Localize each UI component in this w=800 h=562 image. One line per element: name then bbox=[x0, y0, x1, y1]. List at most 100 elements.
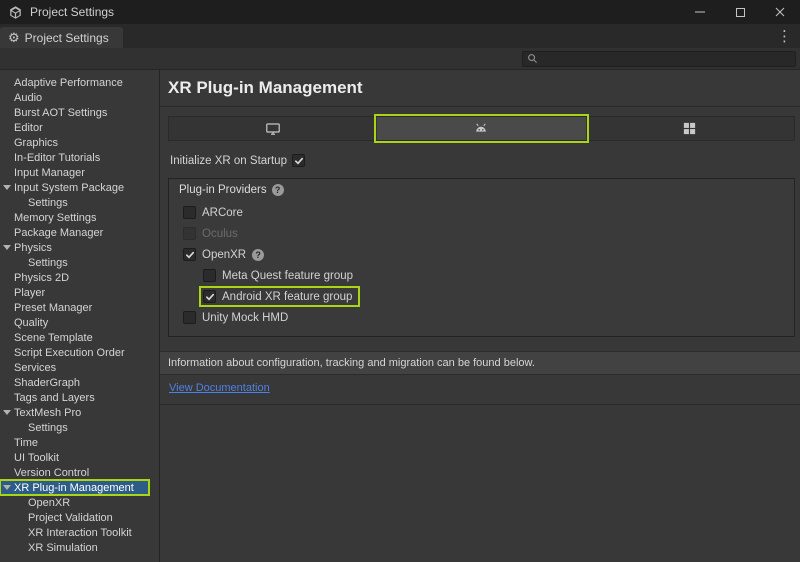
sidebar-item-tags-and-layers[interactable]: Tags and Layers bbox=[0, 390, 159, 405]
minimize-button[interactable] bbox=[680, 0, 720, 24]
openxr-checkbox[interactable] bbox=[183, 248, 196, 261]
sidebar-item-label: Adaptive Performance bbox=[14, 77, 123, 89]
android-xr-feature-group-checkbox[interactable] bbox=[203, 290, 216, 303]
platform-tab-desktop[interactable] bbox=[169, 117, 377, 140]
maximize-button[interactable] bbox=[720, 0, 760, 24]
plugin-providers-title: Plug-in Providers bbox=[179, 184, 267, 196]
initialize-xr-row: Initialize XR on Startup bbox=[170, 154, 795, 167]
sidebar-item-label: Script Execution Order bbox=[14, 347, 125, 359]
provider-row: ARCore bbox=[169, 202, 794, 223]
main-panel: XR Plug-in Management Initialize XR on S… bbox=[160, 70, 800, 562]
provider-label: Oculus bbox=[202, 228, 238, 240]
plugin-providers-header: Plug-in Providers ? bbox=[169, 179, 794, 202]
sidebar-item-physics[interactable]: Physics bbox=[0, 240, 159, 255]
provider-row: Meta Quest feature group bbox=[169, 265, 794, 286]
sidebar-item-scene-template[interactable]: Scene Template bbox=[0, 330, 159, 345]
sidebar-list: Adaptive PerformanceAudioBurst AOT Setti… bbox=[0, 75, 159, 555]
sidebar-item-settings[interactable]: Settings bbox=[0, 420, 159, 435]
sidebar-item-label: Physics bbox=[14, 242, 52, 254]
sidebar-item-shadergraph[interactable]: ShaderGraph bbox=[0, 375, 159, 390]
provider-label: ARCore bbox=[202, 207, 243, 219]
provider-label: Unity Mock HMD bbox=[202, 312, 288, 324]
sidebar-item-project-validation[interactable]: Project Validation bbox=[0, 510, 159, 525]
provider-row: OpenXR? bbox=[169, 244, 794, 265]
sidebar-item-audio[interactable]: Audio bbox=[0, 90, 159, 105]
sidebar-item-ui-toolkit[interactable]: UI Toolkit bbox=[0, 450, 159, 465]
sidebar-item-xr-plug-in-management[interactable]: XR Plug-in Management bbox=[0, 480, 149, 495]
sidebar-item-script-execution-order[interactable]: Script Execution Order bbox=[0, 345, 159, 360]
sidebar-item-time[interactable]: Time bbox=[0, 435, 159, 450]
meta-quest-feature-group-checkbox[interactable] bbox=[203, 269, 216, 282]
project-settings-window: Project Settings ⚙ Project Settings ⋮ bbox=[0, 0, 800, 562]
sidebar-item-in-editor-tutorials[interactable]: In-Editor Tutorials bbox=[0, 150, 159, 165]
search-input[interactable] bbox=[542, 52, 791, 65]
sidebar-item-player[interactable]: Player bbox=[0, 285, 159, 300]
sidebar-item-label: Time bbox=[14, 437, 38, 449]
sidebar-item-services[interactable]: Services bbox=[0, 360, 159, 375]
help-icon[interactable]: ? bbox=[252, 249, 264, 261]
sidebar-item-settings[interactable]: Settings bbox=[0, 195, 159, 210]
foldout-expanded-icon[interactable] bbox=[3, 185, 11, 190]
foldout-expanded-icon[interactable] bbox=[3, 245, 11, 250]
sidebar-item-label: Settings bbox=[28, 422, 68, 434]
search-icon bbox=[527, 53, 538, 64]
sidebar-item-package-manager[interactable]: Package Manager bbox=[0, 225, 159, 240]
sidebar-item-label: XR Plug-in Management bbox=[14, 482, 134, 494]
sidebar-item-version-control[interactable]: Version Control bbox=[0, 465, 159, 480]
provider-arcore: ARCore bbox=[181, 204, 249, 221]
sidebar-item-label: Graphics bbox=[14, 137, 58, 149]
sidebar-item-label: Tags and Layers bbox=[14, 392, 95, 404]
sidebar-item-editor[interactable]: Editor bbox=[0, 120, 159, 135]
sidebar-item-settings[interactable]: Settings bbox=[0, 255, 159, 270]
tab-project-settings[interactable]: ⚙ Project Settings bbox=[0, 27, 123, 48]
search-box[interactable] bbox=[522, 51, 796, 67]
provider-android-xr-feature-group: Android XR feature group bbox=[201, 288, 358, 305]
foldout-expanded-icon[interactable] bbox=[3, 410, 11, 415]
foldout-expanded-icon[interactable] bbox=[3, 485, 11, 490]
initialize-xr-checkbox[interactable] bbox=[292, 154, 305, 167]
sidebar-item-xr-interaction-toolkit[interactable]: XR Interaction Toolkit bbox=[0, 525, 159, 540]
gear-icon: ⚙ bbox=[8, 30, 20, 46]
unity-mock-hmd-checkbox[interactable] bbox=[183, 311, 196, 324]
sidebar-item-physics-2d[interactable]: Physics 2D bbox=[0, 270, 159, 285]
initialize-xr-label: Initialize XR on Startup bbox=[170, 155, 292, 167]
platform-tabs bbox=[168, 116, 795, 141]
provider-meta-quest-feature-group: Meta Quest feature group bbox=[201, 267, 359, 284]
sidebar-item-label: Version Control bbox=[14, 467, 89, 479]
sidebar-item-input-manager[interactable]: Input Manager bbox=[0, 165, 159, 180]
sidebar-item-label: Memory Settings bbox=[14, 212, 97, 224]
editor-tabstrip: ⚙ Project Settings ⋮ bbox=[0, 24, 800, 48]
tab-label: Project Settings bbox=[25, 31, 109, 45]
sidebar-item-adaptive-performance[interactable]: Adaptive Performance bbox=[0, 75, 159, 90]
platform-tab-windows[interactable] bbox=[586, 117, 794, 140]
sidebar-item-label: Editor bbox=[14, 122, 43, 134]
info-text: Information about configuration, trackin… bbox=[168, 357, 535, 369]
sidebar-item-textmesh-pro[interactable]: TextMesh Pro bbox=[0, 405, 159, 420]
sidebar-item-preset-manager[interactable]: Preset Manager bbox=[0, 300, 159, 315]
arcore-checkbox[interactable] bbox=[183, 206, 196, 219]
sidebar-item-xr-simulation[interactable]: XR Simulation bbox=[0, 540, 159, 555]
sidebar-item-label: Scene Template bbox=[14, 332, 93, 344]
sidebar-item-openxr[interactable]: OpenXR bbox=[0, 495, 159, 510]
sidebar-item-quality[interactable]: Quality bbox=[0, 315, 159, 330]
provider-unity-mock-hmd: Unity Mock HMD bbox=[181, 309, 294, 326]
platform-tab-android[interactable] bbox=[377, 117, 585, 140]
settings-sidebar: Adaptive PerformanceAudioBurst AOT Setti… bbox=[0, 70, 160, 562]
kebab-menu-icon[interactable]: ⋮ bbox=[769, 27, 800, 45]
sidebar-item-input-system-package[interactable]: Input System Package bbox=[0, 180, 159, 195]
view-documentation-link[interactable]: View Documentation bbox=[169, 382, 270, 394]
provider-label: Meta Quest feature group bbox=[222, 270, 353, 282]
sidebar-item-burst-aot-settings[interactable]: Burst AOT Settings bbox=[0, 105, 159, 120]
sidebar-item-label: Package Manager bbox=[14, 227, 103, 239]
sidebar-item-label: Services bbox=[14, 362, 56, 374]
sidebar-item-graphics[interactable]: Graphics bbox=[0, 135, 159, 150]
unity-logo-icon bbox=[8, 5, 23, 20]
sidebar-item-label: Player bbox=[14, 287, 45, 299]
help-icon[interactable]: ? bbox=[272, 184, 284, 196]
provider-label: OpenXR bbox=[202, 249, 246, 261]
sidebar-item-memory-settings[interactable]: Memory Settings bbox=[0, 210, 159, 225]
close-button[interactable] bbox=[760, 0, 800, 24]
sidebar-item-label: Input Manager bbox=[14, 167, 85, 179]
sidebar-item-label: TextMesh Pro bbox=[14, 407, 81, 419]
plugin-providers-box: Plug-in Providers ? ARCore Oculus OpenXR? M… bbox=[168, 178, 795, 337]
